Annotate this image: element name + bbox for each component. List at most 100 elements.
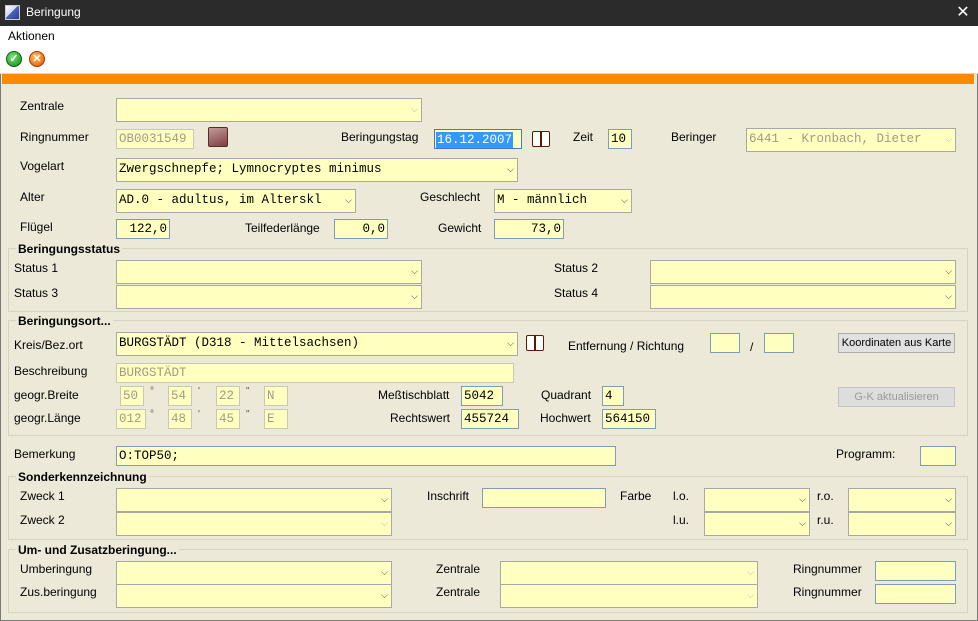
- chevron-down-icon: ⌵: [945, 495, 952, 505]
- farbe-lu-label: l.u.: [673, 513, 690, 527]
- chevron-down-icon: ⌵: [381, 495, 388, 505]
- degree-symbol: °: [150, 409, 154, 420]
- inschrift-field[interactable]: [482, 488, 606, 508]
- status3-select[interactable]: ⌵: [116, 285, 422, 309]
- messtischblatt-label: Meßtischblatt: [378, 388, 450, 402]
- chevron-down-icon: ⌵: [945, 135, 952, 145]
- chevron-down-icon: ⌵: [945, 519, 952, 529]
- calendar-book-icon[interactable]: [532, 131, 550, 147]
- laenge-deg-field[interactable]: 012: [116, 409, 146, 429]
- gewicht-field[interactable]: 73,0: [494, 219, 564, 239]
- farbe-ru-select[interactable]: ⌵: [848, 512, 956, 536]
- chevron-down-icon: ⌵: [507, 165, 514, 175]
- zentrale-label: Zentrale: [20, 99, 65, 113]
- status4-label: Status 4: [554, 286, 599, 300]
- um-ringnummer-field[interactable]: [875, 561, 956, 581]
- confirm-icon[interactable]: ✓: [6, 51, 22, 67]
- breite-min-field[interactable]: 54: [168, 386, 192, 406]
- fluegel-field[interactable]: 122,0: [116, 219, 170, 239]
- laenge-sec-field[interactable]: 45: [216, 409, 240, 429]
- status2-select[interactable]: ⌵: [650, 260, 956, 284]
- zus-zentrale-select[interactable]: ⌵: [500, 584, 758, 608]
- laenge-label: geogr.Länge: [14, 411, 81, 425]
- beringungstag-value: 16.12.2007: [436, 132, 514, 148]
- chevron-down-icon: ⌵: [381, 568, 388, 578]
- farbe-label: Farbe: [620, 489, 652, 503]
- beringungsort-heading: Beringungsort...: [16, 314, 113, 328]
- zusberingung-label: Zus.beringung: [20, 585, 97, 599]
- zeit-field[interactable]: 10: [608, 129, 632, 149]
- richtung-field[interactable]: [764, 333, 794, 353]
- beschreibung-field[interactable]: BURGSTÄDT: [116, 363, 514, 383]
- zusberingung-select[interactable]: ⌵: [116, 584, 392, 608]
- chevron-down-icon: ⌵: [799, 495, 806, 505]
- alter-value: AD.0 - adultus, im Alterskl: [119, 193, 322, 207]
- teilfederlaenge-field[interactable]: 0,0: [334, 219, 388, 239]
- fluegel-label: Flügel: [20, 220, 53, 234]
- second-symbol: ": [246, 409, 250, 420]
- umzusatz-heading: Um- und Zusatzberingung...: [16, 543, 179, 557]
- minute-symbol: ': [198, 386, 200, 397]
- zweck1-select[interactable]: ⌵: [116, 488, 392, 512]
- vogelart-value: Zwergschnepfe; Lymnocryptes minimus: [119, 162, 382, 176]
- vogelart-select[interactable]: Zwergschnepfe; Lymnocryptes minimus ⌵: [116, 158, 518, 182]
- chevron-down-icon: ⌵: [799, 519, 806, 529]
- breite-sec-field[interactable]: 22: [216, 386, 240, 406]
- entfernung-field[interactable]: [710, 333, 740, 353]
- ring-lookup-icon[interactable]: [208, 127, 228, 147]
- koordinaten-aus-karte-button[interactable]: Koordinaten aus Karte: [838, 333, 955, 353]
- status4-select[interactable]: ⌵: [650, 285, 956, 309]
- zeit-label: Zeit: [573, 130, 594, 144]
- bemerkung-field[interactable]: O:TOP50;: [116, 446, 616, 466]
- window-border-left: [0, 26, 1, 621]
- kreis-select[interactable]: BURGSTÄDT (D318 - Mittelsachsen) ⌵: [116, 332, 518, 356]
- status3-label: Status 3: [14, 286, 59, 300]
- zus-ringnummer-field[interactable]: [875, 584, 956, 604]
- beringer-select[interactable]: 6441 - Kronbach, Dieter ⌵: [746, 128, 956, 152]
- cancel-icon[interactable]: ✕: [29, 51, 45, 67]
- farbe-lu-select[interactable]: ⌵: [704, 512, 810, 536]
- rechtswert-field[interactable]: 455724: [461, 409, 519, 429]
- breite-label: geogr.Breite: [14, 388, 79, 402]
- status1-select[interactable]: ⌵: [116, 260, 422, 284]
- zus-zentrale-label: Zentrale: [436, 585, 481, 599]
- beringungstag-field[interactable]: 16.12.2007: [434, 129, 522, 149]
- gewicht-label: Gewicht: [438, 221, 482, 235]
- farbe-ru-label: r.u.: [817, 513, 834, 527]
- window-title: Beringung: [26, 5, 81, 19]
- kreis-value: BURGSTÄDT (D318 - Mittelsachsen): [119, 336, 360, 350]
- place-lookup-book-icon[interactable]: [526, 335, 544, 351]
- um-zentrale-select[interactable]: ⌵: [500, 561, 758, 585]
- zentrale-select[interactable]: ⌵: [116, 98, 422, 122]
- hochwert-field[interactable]: 564150: [602, 409, 656, 429]
- programm-label: Programm:: [836, 447, 896, 461]
- um-ringnummer-label: Ringnummer: [793, 562, 862, 576]
- alter-select[interactable]: AD.0 - adultus, im Alterskl ⌵: [116, 189, 356, 213]
- entfernung-slash: /: [750, 340, 754, 354]
- laenge-dir-field[interactable]: E: [264, 409, 288, 429]
- programm-field[interactable]: [920, 446, 956, 466]
- breite-dir-field[interactable]: N: [264, 386, 288, 406]
- umberingung-label: Umberingung: [20, 562, 93, 576]
- inschrift-label: Inschrift: [427, 489, 470, 503]
- um-zentrale-label: Zentrale: [436, 562, 481, 576]
- umberingung-select[interactable]: ⌵: [116, 561, 392, 585]
- geschlecht-value: M - männlich: [497, 193, 588, 207]
- laenge-min-field[interactable]: 48: [168, 409, 192, 429]
- messtischblatt-field[interactable]: 5042: [461, 386, 503, 406]
- breite-deg-field[interactable]: 50: [120, 386, 144, 406]
- entfernung-label: Entfernung / Richtung: [568, 339, 685, 353]
- status1-label: Status 1: [14, 261, 59, 275]
- accent-bar: [2, 74, 974, 84]
- zweck2-select[interactable]: ⌵: [116, 512, 392, 536]
- quadrant-field[interactable]: 4: [602, 386, 624, 406]
- chevron-down-icon: ⌵: [411, 267, 418, 277]
- ringnummer-field[interactable]: OB0031549: [116, 129, 194, 149]
- close-icon[interactable]: ✕: [952, 2, 974, 24]
- gk-aktualisieren-button[interactable]: G-K aktualisieren: [838, 387, 955, 407]
- menu-aktionen[interactable]: Aktionen: [8, 29, 55, 43]
- farbe-lo-select[interactable]: ⌵: [704, 488, 810, 512]
- kreis-label: Kreis/Bez.ort: [14, 338, 83, 352]
- geschlecht-select[interactable]: M - männlich ⌵: [494, 189, 632, 213]
- farbe-ro-select[interactable]: ⌵: [848, 488, 956, 512]
